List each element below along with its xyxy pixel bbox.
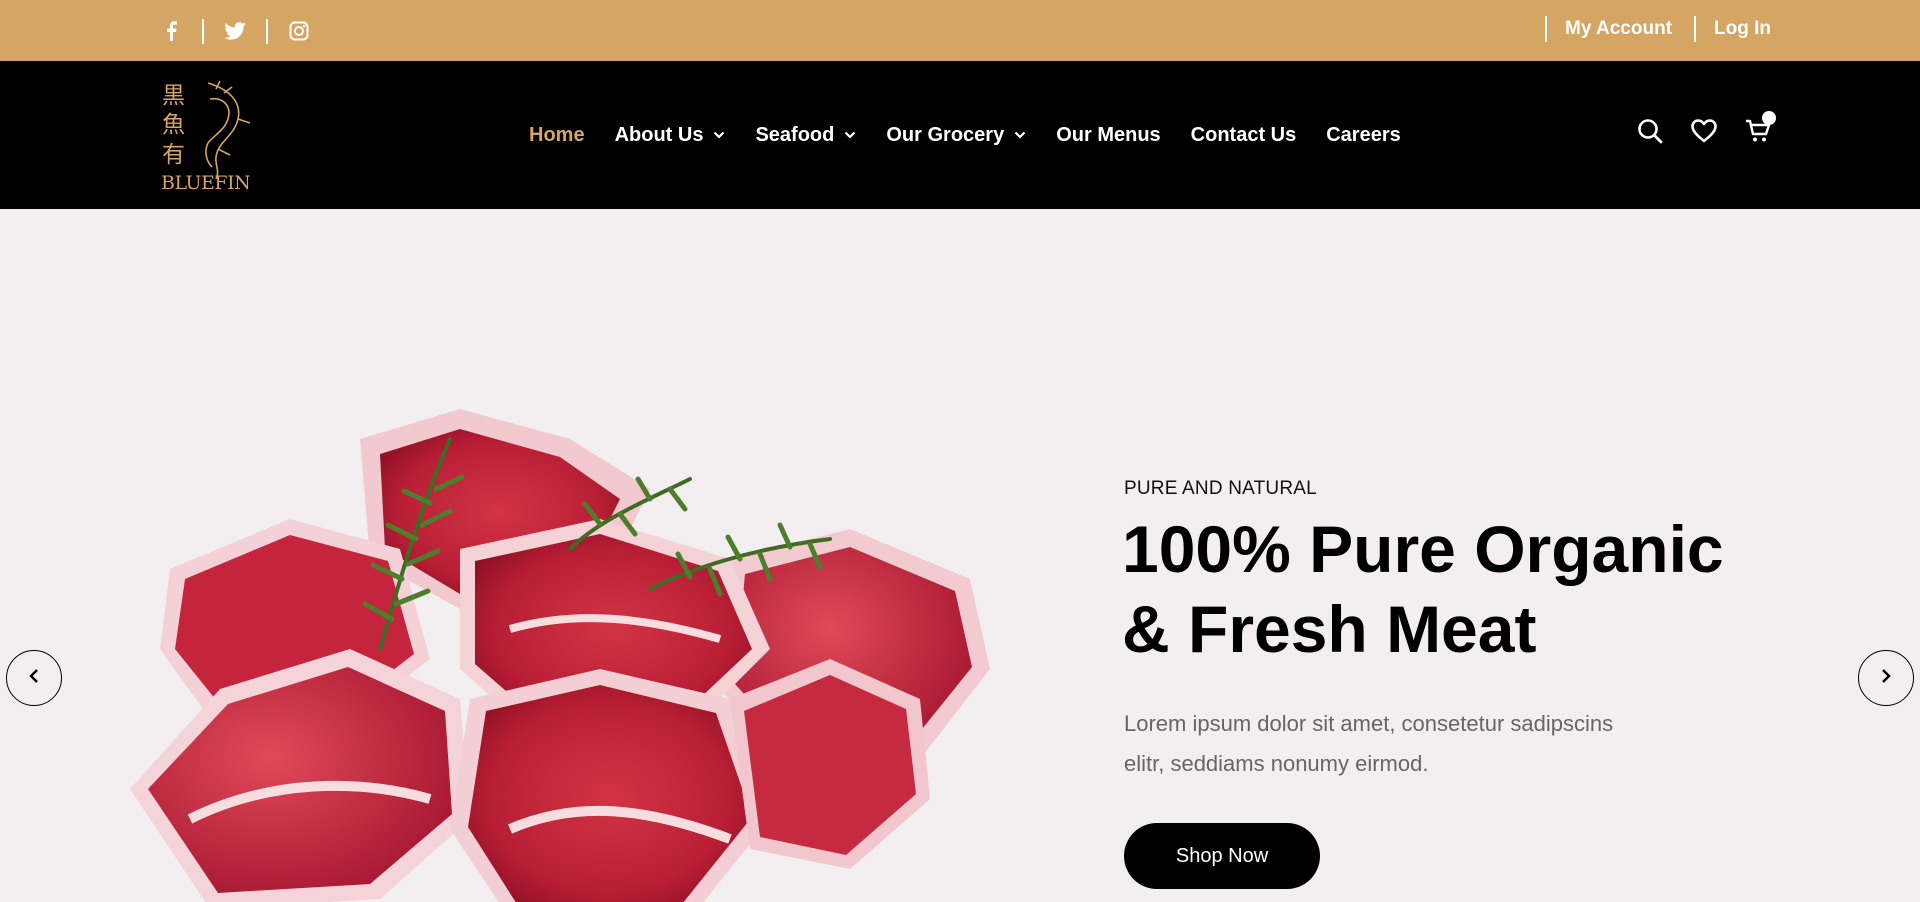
chevron-down-icon bbox=[713, 131, 725, 139]
hero-description-line1: Lorem ipsum dolor sit amet, consetetur s… bbox=[1124, 711, 1614, 736]
nav-item-label: About Us bbox=[614, 123, 704, 146]
hero-description: Lorem ipsum dolor sit amet, consetetur s… bbox=[1124, 704, 1684, 784]
slider-prev-button[interactable] bbox=[6, 650, 62, 706]
nav-item-label: Seafood bbox=[755, 123, 835, 146]
svg-text:魚: 魚 bbox=[162, 112, 185, 138]
cart-count-badge bbox=[1762, 111, 1776, 125]
nav-item-our-grocery[interactable]: Our Grocery bbox=[886, 124, 1026, 147]
nav-item-label: Contact Us bbox=[1190, 123, 1297, 146]
hero-description-line2: elitr, seddiams nonumy eirmod. bbox=[1124, 751, 1429, 776]
social-links bbox=[160, 18, 310, 44]
nav-item-careers[interactable]: Careers bbox=[1326, 124, 1401, 147]
nav-item-our-menus[interactable]: Our Menus bbox=[1056, 124, 1160, 147]
shop-now-button[interactable]: Shop Now bbox=[1124, 823, 1320, 889]
nav-item-seafood[interactable]: Seafood bbox=[755, 124, 856, 147]
divider bbox=[266, 18, 268, 44]
heart-icon[interactable] bbox=[1690, 117, 1718, 145]
log-in-link[interactable]: Log In bbox=[1696, 18, 1771, 40]
cart-icon[interactable] bbox=[1744, 111, 1776, 145]
top-bar: My Account Log In bbox=[0, 0, 1920, 61]
main-header: 黒 魚 有 BLUEFIN Home About Us Seafood Our … bbox=[0, 61, 1920, 209]
svg-text:BLUEFIN: BLUEFIN bbox=[161, 172, 250, 193]
chevron-down-icon bbox=[1014, 131, 1026, 139]
my-account-link[interactable]: My Account bbox=[1547, 18, 1672, 40]
hero-headline-line1: 100% Pure Organic bbox=[1122, 512, 1724, 586]
search-icon[interactable] bbox=[1636, 117, 1664, 145]
main-nav: Home About Us Seafood Our Grocery Our Me… bbox=[529, 61, 1431, 209]
nav-item-label: Our Grocery bbox=[886, 123, 1005, 146]
slider-next-button[interactable] bbox=[1858, 650, 1914, 706]
hero-headline-line2: & Fresh Meat bbox=[1122, 592, 1537, 666]
svg-text:有: 有 bbox=[162, 142, 185, 168]
meat-image bbox=[130, 399, 1000, 902]
twitter-icon[interactable] bbox=[224, 20, 246, 42]
chevron-left-icon bbox=[29, 668, 39, 689]
header-tools bbox=[1610, 111, 1776, 145]
nav-item-label: Our Menus bbox=[1056, 123, 1161, 146]
hero-slider: PURE AND NATURAL 100% Pure Organic & Fre… bbox=[0, 209, 1920, 902]
nav-item-home[interactable]: Home bbox=[529, 124, 585, 147]
account-links: My Account Log In bbox=[1545, 16, 1771, 42]
chevron-down-icon bbox=[844, 131, 856, 139]
chevron-right-icon bbox=[1881, 668, 1891, 689]
facebook-icon[interactable] bbox=[160, 20, 182, 42]
bluefin-logo[interactable]: 黒 魚 有 BLUEFIN bbox=[158, 79, 254, 194]
svg-text:黒: 黒 bbox=[162, 83, 185, 109]
nav-item-contact-us[interactable]: Contact Us bbox=[1191, 124, 1297, 147]
hero-eyebrow: PURE AND NATURAL bbox=[1124, 478, 1317, 499]
divider bbox=[202, 18, 204, 44]
nav-item-about-us[interactable]: About Us bbox=[615, 124, 726, 147]
nav-item-label: Home bbox=[529, 123, 585, 146]
instagram-icon[interactable] bbox=[288, 20, 310, 42]
hero-headline: 100% Pure Organic & Fresh Meat bbox=[1122, 509, 1822, 669]
nav-item-label: Careers bbox=[1326, 123, 1401, 146]
